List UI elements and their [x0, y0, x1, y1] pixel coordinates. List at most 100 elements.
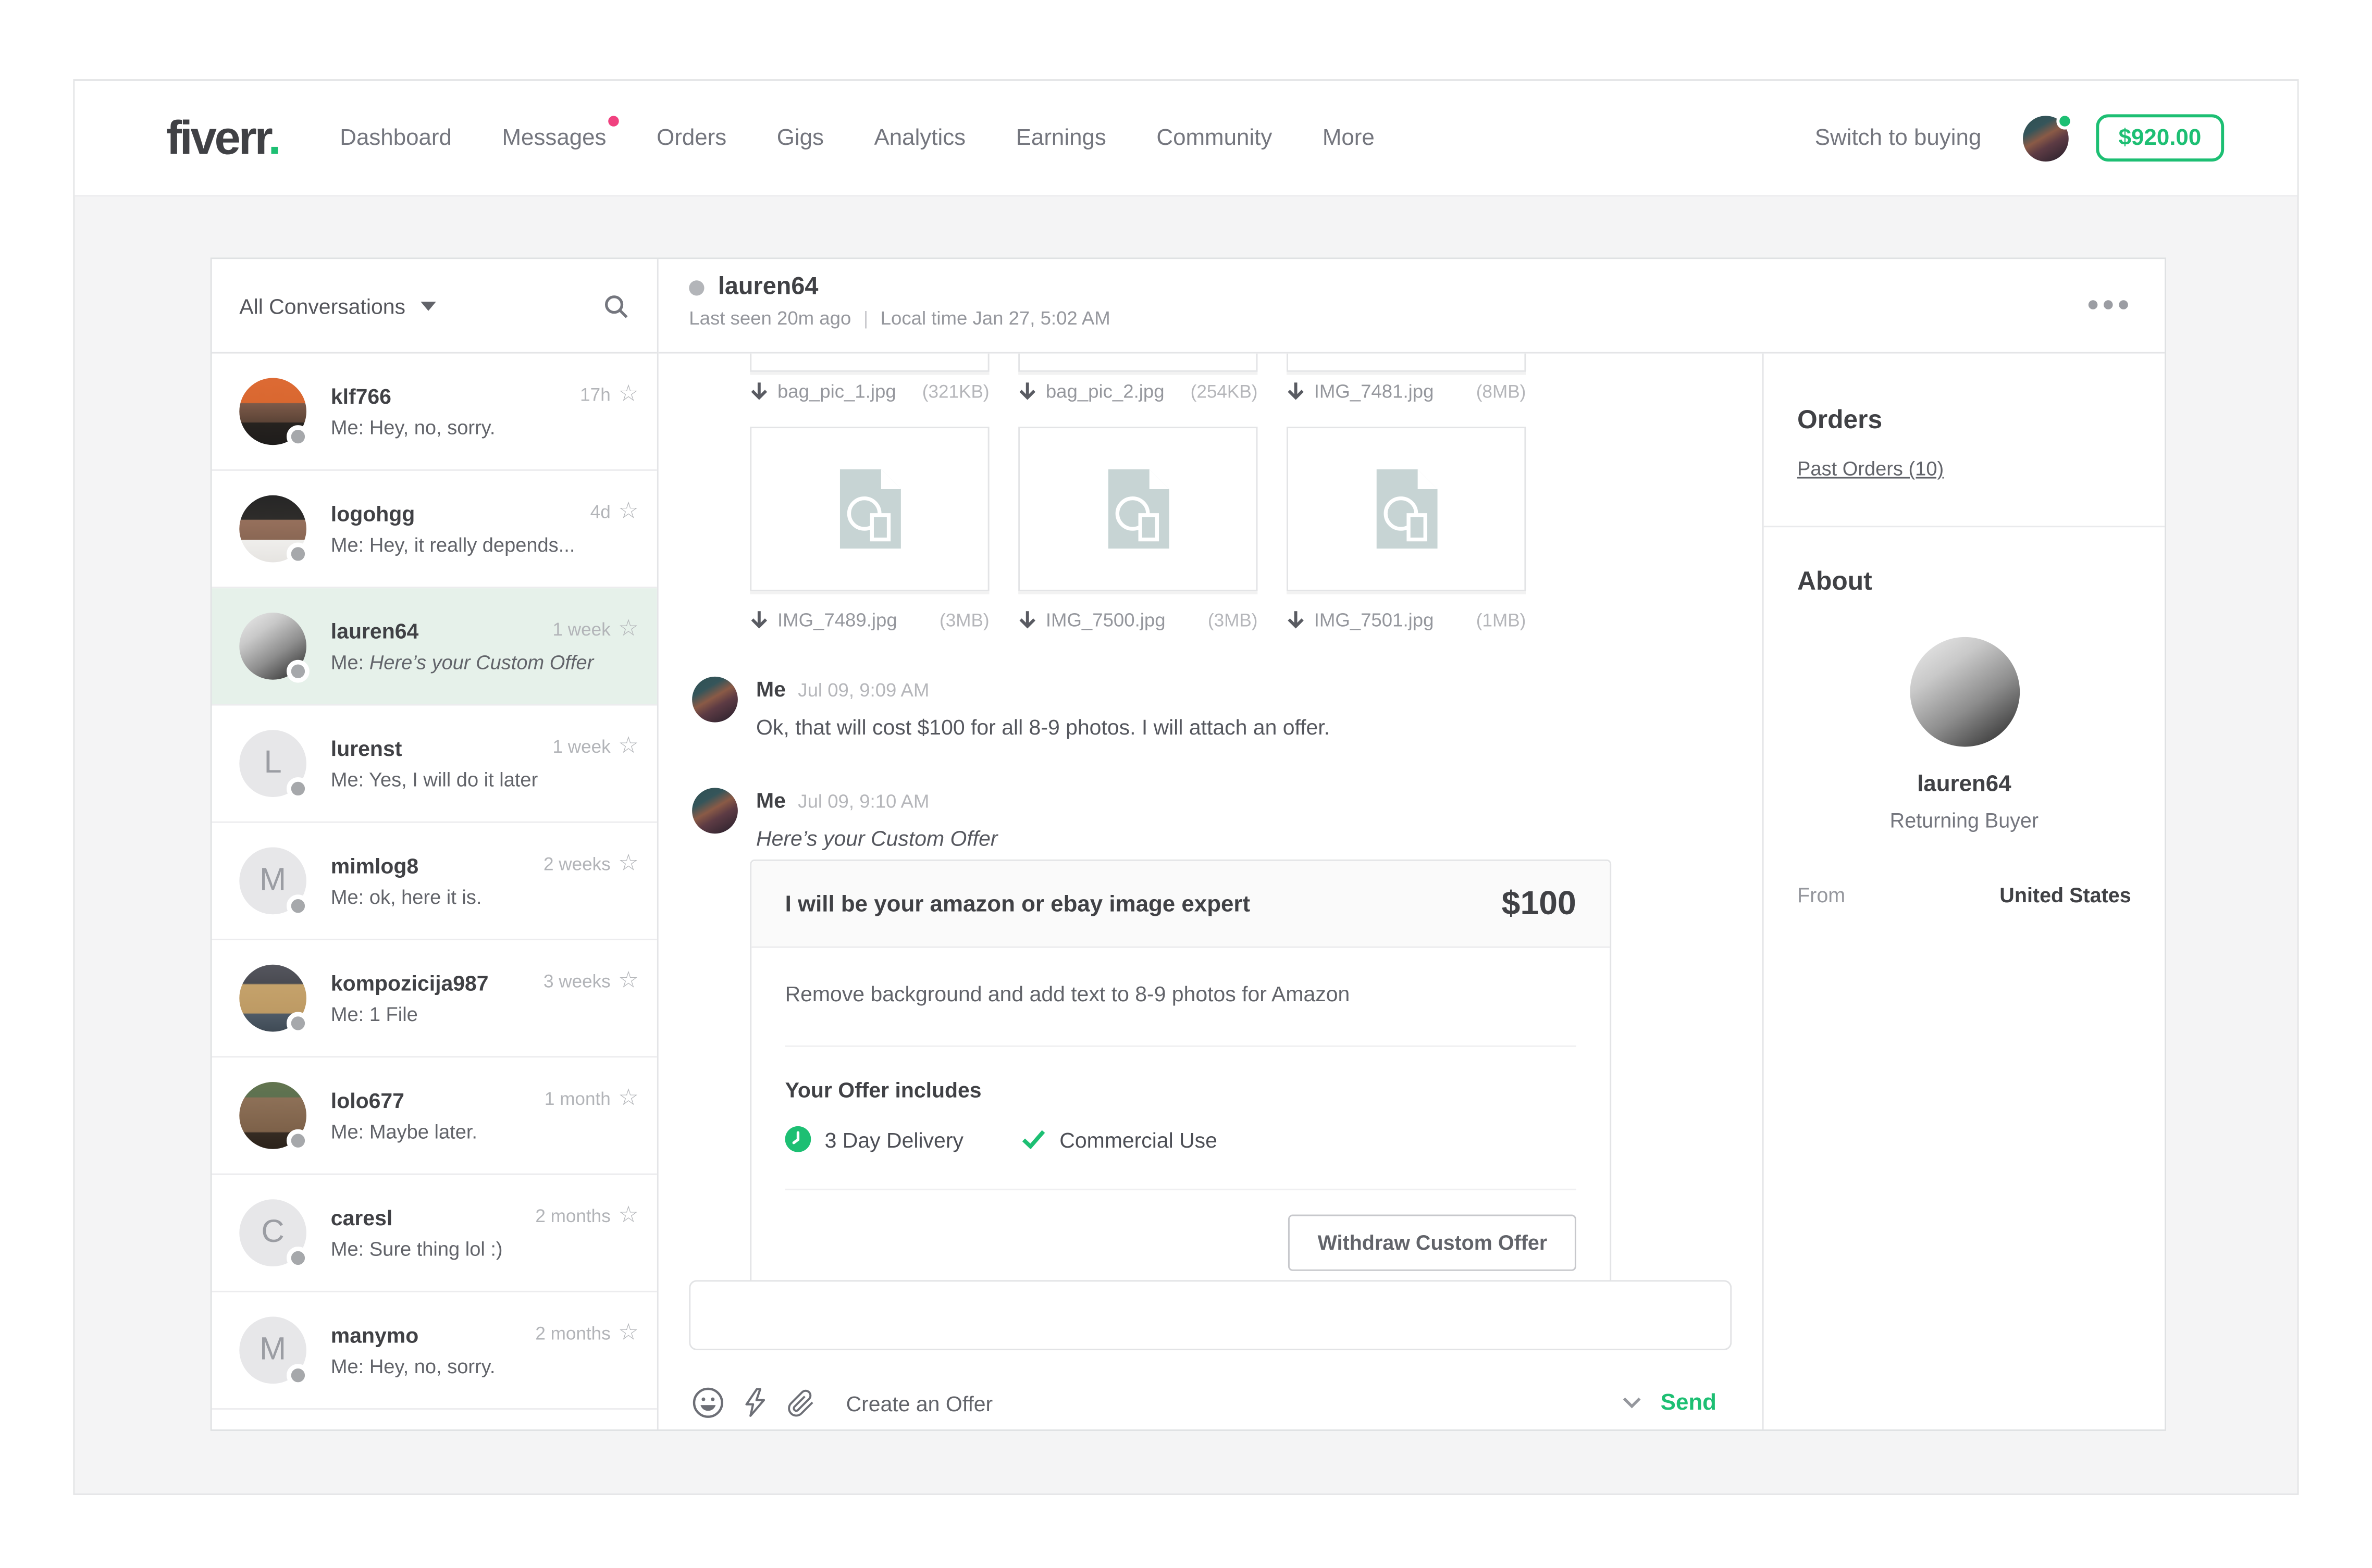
quick-response-icon[interactable] [744, 1387, 767, 1418]
conversation-time: 1 week [553, 618, 611, 639]
user-avatar[interactable] [2022, 115, 2068, 161]
attachment-card[interactable] [750, 427, 989, 591]
attachment-card[interactable] [1018, 427, 1257, 591]
custom-offer-card: I will be your amazon or ebay image expe… [750, 860, 1611, 1300]
from-label: From [1797, 884, 1845, 907]
message-time: Jul 09, 9:09 AM [798, 680, 929, 701]
star-icon[interactable]: ☆ [618, 852, 638, 875]
online-dot-icon [2056, 112, 2073, 129]
balance-button[interactable]: $920.00 [2096, 114, 2224, 161]
conversation-time: 17h [580, 383, 611, 405]
conversation-time: 2 months [535, 1205, 610, 1226]
conversation-name: mimlog8 [331, 853, 482, 878]
conversation-item-lauren64[interactable]: lauren64 Me: Here’s your Custom Offer 1 … [212, 588, 657, 705]
avatar-letter: L [264, 745, 282, 782]
switch-to-buying-link[interactable]: Switch to buying [1815, 125, 1982, 151]
conversations-header: All Conversations [212, 259, 657, 353]
attachment-filename[interactable]: bag_pic_1.jpg [777, 381, 896, 402]
nav-item-more[interactable]: More [1323, 125, 1375, 151]
status-dot-icon [287, 777, 310, 800]
attachment-card[interactable] [1287, 427, 1526, 591]
chat-peer-name: lauren64 [718, 275, 819, 302]
fiverr-inbox-page: fiverr. Dashboard Messages Orders Gigs A… [0, 0, 2372, 1568]
star-icon[interactable]: ☆ [618, 969, 638, 992]
avatar [239, 965, 306, 1032]
attachment-size: (1MB) [1476, 609, 1526, 631]
send-button[interactable]: Send [1661, 1390, 1716, 1416]
past-orders-link[interactable]: Past Orders (10) [1797, 457, 1944, 480]
create-offer-button[interactable]: Create an Offer [846, 1390, 993, 1415]
nav-item-dashboard[interactable]: Dashboard [340, 125, 452, 151]
conversation-name: manymo [331, 1323, 496, 1347]
avatar [239, 378, 306, 445]
star-icon[interactable]: ☆ [618, 1087, 638, 1110]
download-icon[interactable] [1018, 611, 1036, 630]
chevron-down-icon[interactable] [421, 301, 436, 310]
download-icon[interactable] [750, 382, 768, 402]
nav-item-messages[interactable]: Messages [502, 125, 607, 151]
message-text: Here’s your Custom Offer [756, 826, 1716, 851]
star-icon[interactable]: ☆ [618, 735, 638, 757]
conversations-list: klf766 Me: Hey, no, sorry. 17h☆ logohgg … [212, 354, 657, 1429]
attachment-filename[interactable]: bag_pic_2.jpg [1046, 381, 1165, 402]
attachment-card[interactable] [1287, 354, 1526, 372]
image-file-icon [1376, 469, 1437, 549]
conversation-item-logohgg[interactable]: logohgg Me: Hey, it really depends... 4d… [212, 471, 657, 588]
attachment-filename[interactable]: IMG_7489.jpg [777, 609, 897, 631]
search-icon[interactable] [602, 292, 630, 319]
attachment-filename[interactable]: IMG_7500.jpg [1046, 609, 1166, 631]
chat-menu-button[interactable] [2089, 300, 2128, 309]
conversation-preview: Me: Here’s your Custom Offer [331, 651, 594, 674]
conversation-item-kompozicija987[interactable]: kompozicija987 Me: 1 File 3 weeks☆ [212, 940, 657, 1057]
avatar [239, 1082, 306, 1149]
offer-feature-delivery: 3 Day Delivery [785, 1126, 963, 1152]
nav-item-gigs[interactable]: Gigs [777, 125, 824, 151]
conversation-item-manymo[interactable]: M manymo Me: Hey, no, sorry. 2 months ☆ [212, 1292, 657, 1410]
emoji-icon[interactable] [692, 1387, 724, 1418]
conversation-time: 3 weeks [543, 970, 611, 991]
offer-includes-heading: Your Offer includes [785, 1077, 1576, 1102]
nav-item-orders[interactable]: Orders [657, 125, 726, 151]
conversation-name: lurenst [331, 736, 538, 761]
nav-right: Switch to buying $920.00 [1815, 114, 2224, 161]
attachment-label: bag_pic_1.jpg (321KB) [750, 381, 989, 402]
download-icon[interactable] [750, 611, 768, 630]
attachment-filename[interactable]: IMG_7501.jpg [1314, 609, 1434, 631]
conversation-item-klf766[interactable]: klf766 Me: Hey, no, sorry. 17h☆ [212, 354, 657, 471]
attach-file-icon[interactable] [787, 1388, 816, 1418]
conversation-name: caresl [331, 1205, 503, 1230]
avatar: M [239, 1317, 306, 1384]
download-icon[interactable] [1287, 382, 1305, 402]
fiverr-logo[interactable]: fiverr. [166, 114, 279, 161]
attachment-filename[interactable]: IMG_7481.jpg [1314, 381, 1434, 402]
attachment-card[interactable] [750, 354, 989, 372]
star-icon[interactable]: ☆ [618, 1321, 638, 1344]
conversation-item-lolo677[interactable]: lolo677 Me: Maybe later. 1 month☆ [212, 1057, 657, 1175]
nav-item-community[interactable]: Community [1156, 125, 1272, 151]
download-icon[interactable] [1018, 382, 1036, 402]
withdraw-offer-button[interactable]: Withdraw Custom Offer [1289, 1215, 1576, 1271]
composer-toolbar: Create an Offer Send [692, 1387, 1716, 1418]
conversation-preview: Me: Sure thing lol :) [331, 1237, 503, 1260]
star-icon[interactable]: ☆ [618, 382, 638, 405]
star-icon[interactable]: ☆ [618, 500, 638, 523]
conversation-item-mimlog8[interactable]: M mimlog8 Me: ok, here it is. 2 weeks☆ [212, 823, 657, 940]
chat-message: MeJul 09, 9:09 AM Ok, that will cost $10… [692, 677, 1716, 739]
message-input[interactable] [689, 1280, 1732, 1350]
conversation-time: 2 months [535, 1322, 610, 1343]
send-options-chevron-icon[interactable] [1623, 1396, 1642, 1410]
conversation-preview: Me: Hey, no, sorry. [331, 1355, 496, 1378]
attachment-size: (321KB) [922, 381, 990, 402]
conversation-item-caresl[interactable]: C caresl Me: Sure thing lol :) 2 months☆ [212, 1175, 657, 1292]
nav-item-earnings[interactable]: Earnings [1016, 125, 1106, 151]
conversation-name: kompozicija987 [331, 970, 489, 995]
nav-item-analytics[interactable]: Analytics [874, 125, 966, 151]
buyer-username: lauren64 [1797, 771, 2131, 797]
star-icon[interactable]: ☆ [618, 617, 638, 640]
nav-item-messages-label: Messages [502, 125, 607, 151]
conversation-item-lurenst[interactable]: L lurenst Me: Yes, I will do it later 1 … [212, 705, 657, 823]
conversations-filter[interactable]: All Conversations [239, 293, 405, 318]
attachment-card[interactable] [1018, 354, 1257, 372]
star-icon[interactable]: ☆ [618, 1204, 638, 1227]
download-icon[interactable] [1287, 611, 1305, 630]
